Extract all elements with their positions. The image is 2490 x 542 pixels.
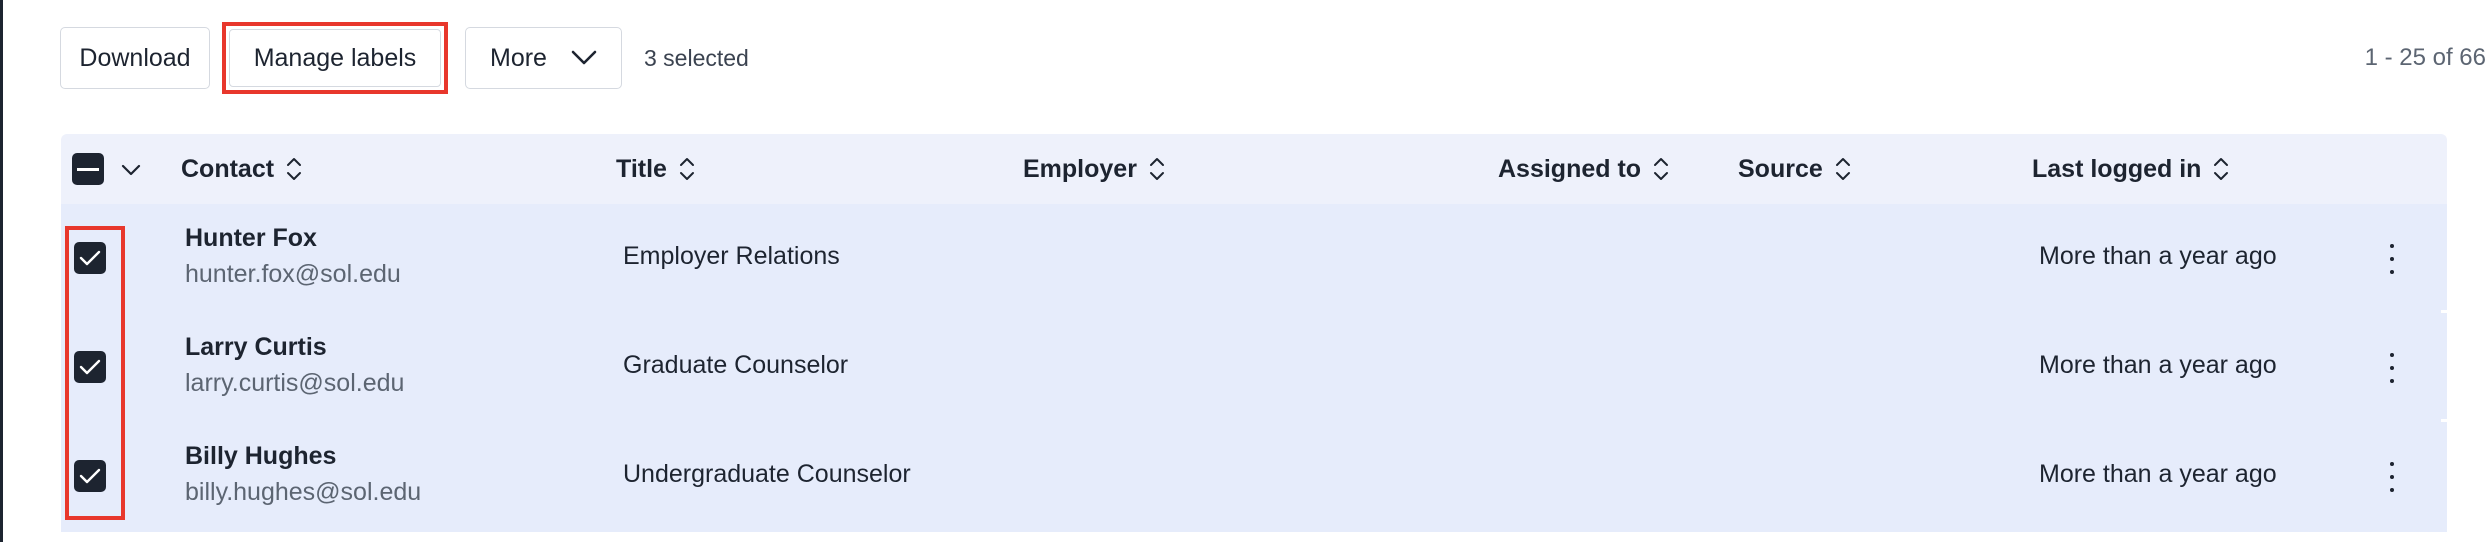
checkmark-icon (79, 250, 101, 266)
column-header-source[interactable]: Source (1738, 134, 1851, 204)
table-row[interactable]: Hunter Fox hunter.fox@sol.edu Employer R… (61, 204, 2447, 311)
contact-title: Employer Relations (623, 242, 840, 270)
contact-email: hunter.fox@sol.edu (185, 260, 401, 288)
column-header-assigned-to[interactable]: Assigned to (1498, 134, 1669, 204)
table-body: Hunter Fox hunter.fox@sol.edu Employer R… (61, 204, 2447, 532)
row-menu-icon[interactable] (2385, 353, 2399, 383)
bulk-action-toolbar: Download Manage labels More 3 selected (60, 22, 749, 94)
column-header-last-logged-in[interactable]: Last logged in (2032, 134, 2229, 204)
checkmark-icon (79, 359, 101, 375)
row-checkbox[interactable] (74, 351, 106, 383)
indeterminate-icon (77, 167, 99, 171)
contact-title: Undergraduate Counselor (623, 460, 911, 488)
column-header-contact[interactable]: Contact (181, 134, 302, 204)
sort-icon (287, 158, 302, 180)
column-header-title[interactable]: Title (616, 134, 695, 204)
column-label: Source (1738, 154, 1823, 183)
last-logged-in: More than a year ago (2039, 460, 2277, 488)
table-row[interactable]: Billy Hughes billy.hughes@sol.edu Underg… (61, 422, 2447, 529)
sort-icon (2214, 158, 2229, 180)
table-row[interactable]: Larry Curtis larry.curtis@sol.edu Gradua… (61, 313, 2447, 420)
chevron-down-icon (571, 50, 597, 65)
more-dropdown-button[interactable]: More (465, 27, 622, 89)
manage-labels-button[interactable]: Manage labels (229, 29, 441, 87)
sort-icon (1654, 158, 1669, 180)
row-menu-icon[interactable] (2385, 244, 2399, 274)
column-label: Contact (181, 154, 275, 183)
manage-labels-highlight: Manage labels (222, 22, 448, 94)
contact-name[interactable]: Billy Hughes (185, 442, 336, 471)
contact-email: larry.curtis@sol.edu (185, 369, 405, 397)
select-all-checkbox[interactable] (72, 153, 104, 185)
column-label: Title (616, 154, 667, 183)
table-header: Contact Title Employer Assigned to Sourc… (61, 134, 2447, 204)
contact-email: billy.hughes@sol.edu (185, 478, 422, 506)
pagination-range: 1 - 25 of 66 (2364, 44, 2486, 71)
column-header-employer[interactable]: Employer (1023, 134, 1165, 204)
column-label: Assigned to (1498, 154, 1642, 183)
sort-icon (679, 158, 694, 180)
download-button[interactable]: Download (60, 27, 210, 89)
selected-count: 3 selected (644, 44, 749, 71)
contacts-page: Download Manage labels More 3 selected 1… (0, 0, 2490, 542)
column-label: Last logged in (2032, 154, 2202, 183)
last-logged-in: More than a year ago (2039, 242, 2277, 270)
contact-name[interactable]: Larry Curtis (185, 333, 327, 362)
row-checkbox[interactable] (74, 242, 106, 274)
row-checkbox[interactable] (74, 460, 106, 492)
contact-name[interactable]: Hunter Fox (185, 224, 317, 253)
chevron-down-icon[interactable] (121, 163, 141, 177)
contact-title: Graduate Counselor (623, 351, 849, 379)
column-label: Employer (1023, 154, 1137, 183)
sort-icon (1835, 158, 1850, 180)
row-menu-icon[interactable] (2385, 462, 2399, 492)
checkmark-icon (79, 468, 101, 484)
sort-icon (1149, 158, 1164, 180)
contacts-table: Contact Title Employer Assigned to Sourc… (61, 134, 2447, 532)
more-label: More (490, 43, 547, 72)
last-logged-in: More than a year ago (2039, 351, 2277, 379)
